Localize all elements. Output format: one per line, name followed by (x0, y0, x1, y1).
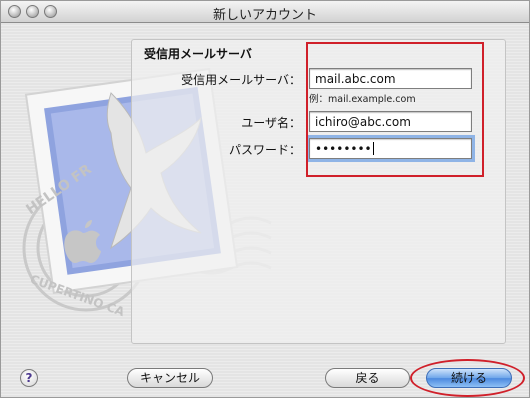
highlight-continue-oval (410, 359, 525, 397)
title-bar: 新しいアカウント (1, 1, 529, 23)
help-button[interactable]: ? (20, 369, 38, 387)
section-title: 受信用メールサーバ (144, 47, 252, 61)
username-label: ユーザ名： (241, 116, 301, 130)
window-title: 新しいアカウント (212, 8, 317, 23)
highlight-fields-box (306, 42, 484, 177)
cancel-button[interactable]: キャンセル (127, 368, 213, 388)
server-label: 受信用メールサーバ： (181, 73, 301, 87)
new-account-window: 新しいアカウント HELLO FR CUPERTINO CA 受信用メールサーバ… (0, 0, 530, 398)
password-label: パスワード： (228, 143, 301, 157)
back-button[interactable]: 戻る (325, 368, 410, 388)
